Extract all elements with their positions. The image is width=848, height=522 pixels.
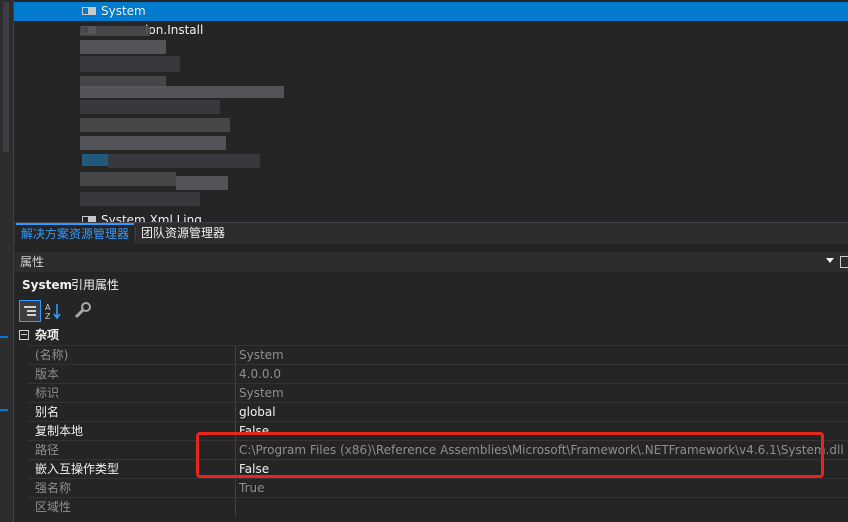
- property-value: 4.0.0.0: [239, 367, 281, 381]
- categorized-button[interactable]: [19, 300, 41, 322]
- property-pages-button[interactable]: [72, 300, 94, 322]
- property-row-strong-name[interactable]: 强名称 True: [28, 478, 848, 498]
- category-name: 杂项: [35, 328, 60, 342]
- tool-window-tabs: 解决方案资源管理器 团队资源管理器: [14, 222, 848, 244]
- tree-item-system-xml-linq[interactable]: System.Xml.Linq: [82, 211, 202, 222]
- redacted-block: [80, 40, 166, 54]
- tree-item-system[interactable]: System: [82, 2, 146, 21]
- pin-icon[interactable]: [840, 256, 848, 268]
- property-name: 区域性: [35, 500, 72, 514]
- category-row[interactable]: 杂项: [14, 326, 848, 345]
- property-name: 强名称: [35, 481, 72, 495]
- left-gutter: [0, 0, 14, 522]
- column-divider: [235, 346, 236, 365]
- redacted-block: [80, 172, 176, 186]
- redacted-block: [80, 118, 230, 132]
- reference-icon: [82, 6, 96, 15]
- property-value: System: [239, 348, 284, 362]
- property-row-culture[interactable]: 区域性: [28, 497, 848, 517]
- collapse-icon[interactable]: [19, 330, 29, 340]
- wrench-icon: [74, 302, 91, 319]
- redacted-block: [80, 136, 226, 150]
- redacted-block: [80, 192, 200, 206]
- property-name: 版本: [35, 367, 60, 381]
- property-row-aliases[interactable]: 别名 global: [28, 402, 848, 422]
- property-name: 别名: [35, 405, 60, 419]
- object-name: System: [22, 278, 72, 292]
- properties-header: 属性: [14, 252, 848, 272]
- property-row-name[interactable]: (名称) System: [28, 345, 848, 365]
- column-divider: [235, 384, 236, 403]
- tree-item-label: System.Xml.Linq: [101, 213, 202, 222]
- property-row-version[interactable]: 版本 4.0.0.0: [28, 364, 848, 384]
- solution-explorer-tree: System Configuration.Install System.Xml.…: [14, 0, 848, 222]
- object-selector[interactable]: System 引用属性: [14, 274, 848, 296]
- column-divider: [235, 403, 236, 422]
- tab-solution-explorer[interactable]: 解决方案资源管理器: [16, 223, 135, 244]
- redacted-block: [82, 154, 108, 166]
- column-divider: [235, 479, 236, 498]
- column-divider: [235, 498, 236, 517]
- property-value: System: [239, 386, 284, 400]
- property-name: 标识: [35, 386, 60, 400]
- properties-title: 属性: [20, 255, 45, 269]
- gutter-scrollbar[interactable]: [3, 2, 9, 152]
- tab-team-explorer[interactable]: 团队资源管理器: [136, 223, 230, 244]
- property-value[interactable]: global: [239, 403, 276, 422]
- alphabetical-sort-icon: A Z: [45, 303, 61, 321]
- property-value: True: [239, 481, 265, 495]
- svg-text:Z: Z: [45, 312, 51, 321]
- annotation-highlight-box: [196, 432, 824, 478]
- gutter-marker: [0, 409, 8, 411]
- redacted-block: [80, 56, 180, 72]
- redacted-block: [176, 176, 228, 190]
- tree-item-label: System: [101, 4, 146, 18]
- property-row-identity[interactable]: 标识 System: [28, 383, 848, 403]
- gutter-marker: [0, 336, 8, 338]
- properties-toolbar: A Z: [14, 298, 848, 324]
- redacted-block: [80, 86, 284, 98]
- property-name: (名称): [35, 348, 69, 362]
- object-type: 引用属性: [71, 278, 120, 292]
- alphabetical-button[interactable]: A Z: [42, 300, 64, 322]
- redacted-block: [108, 154, 260, 168]
- column-divider: [235, 365, 236, 384]
- svg-text:A: A: [45, 303, 51, 312]
- redacted-block: [80, 26, 150, 36]
- chevron-down-icon[interactable]: [826, 258, 834, 263]
- property-grid: 杂项 (名称) System 版本 4.0.0.0 标识 System 别名 g…: [14, 326, 848, 522]
- redacted-block: [80, 100, 220, 114]
- categorized-icon: [24, 305, 36, 317]
